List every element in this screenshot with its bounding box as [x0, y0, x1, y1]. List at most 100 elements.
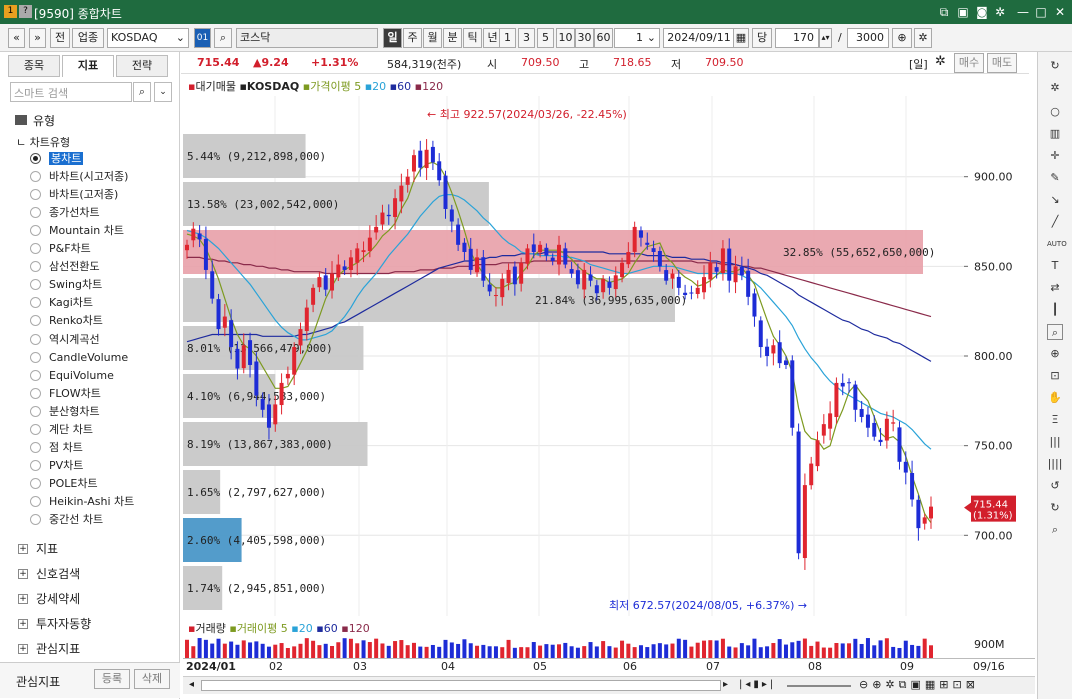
chart-type-item[interactable]: Renko차트 [30, 312, 103, 329]
crosshair-icon[interactable]: ✛ [1047, 148, 1063, 164]
save-icon[interactable]: ▣ [955, 4, 971, 20]
dang-button[interactable]: 당 [752, 28, 772, 48]
scroll-thumb[interactable] [201, 680, 721, 691]
chart-type-item[interactable]: 바차트(시고저종) [30, 168, 128, 185]
hand-icon[interactable]: ✋ [1047, 390, 1063, 406]
chart-type-item[interactable]: POLE차트 [30, 475, 98, 492]
gear-icon[interactable]: ✲ [914, 28, 932, 48]
undo-icon[interactable]: ↺ [1047, 478, 1063, 494]
auto-icon[interactable]: AUTO [1047, 236, 1067, 252]
close-icon[interactable]: ✕ [1052, 4, 1068, 20]
playback-icon[interactable]: |◂▮▸| [739, 679, 776, 690]
chart-type-item[interactable]: 분산형차트 [30, 403, 100, 420]
gear-icon[interactable]: ✲ [935, 54, 946, 69]
stepper-icon[interactable]: ▴▾ [819, 28, 832, 48]
magnify-icon[interactable]: ⌕ [1047, 324, 1063, 340]
arrow-icon[interactable]: ⇄ [1047, 280, 1063, 296]
period-0[interactable]: 일 [383, 28, 402, 48]
chart-type-item[interactable]: Heikin-Ashi 차트 [30, 493, 134, 510]
line-icon[interactable]: ╱ [1047, 214, 1063, 230]
help-icon[interactable]: ? [19, 5, 32, 18]
interval-3[interactable]: 10 [556, 28, 575, 48]
chart-type-item[interactable]: EquiVolume [30, 367, 114, 384]
chart-type-item[interactable]: FLOW차트 [30, 385, 101, 402]
bar-chart-icon[interactable]: ▥ [1047, 126, 1063, 142]
expand-icon[interactable]: ⌄ [154, 82, 172, 102]
candle-icon[interactable]: ┃ [1047, 302, 1063, 318]
chart-type-item[interactable]: 역시계곡선 [30, 331, 100, 348]
scroll-right-icon[interactable]: ▸ [723, 679, 728, 690]
date-field[interactable]: 2024/09/11 [663, 28, 735, 48]
chart-type-item[interactable]: 중간선 차트 [30, 511, 103, 528]
gear-icon[interactable]: ✲ [1047, 80, 1063, 96]
chart-type-item[interactable]: 점 차트 [30, 439, 83, 456]
tab-strategy[interactable]: 전략 [116, 55, 168, 77]
chart-type-item[interactable]: 봉차트 [30, 150, 84, 167]
interval-4[interactable]: 30 [575, 28, 594, 48]
period-3[interactable]: 분 [443, 28, 462, 48]
sell-button[interactable]: 매도 [987, 53, 1017, 73]
search-icon[interactable]: ⌕ [1047, 522, 1063, 538]
group-item[interactable]: + 지표 [18, 538, 58, 560]
zoom-slider[interactable] [787, 685, 851, 687]
search-icon[interactable]: ⌕ [214, 28, 232, 48]
text-icon[interactable]: T [1047, 258, 1063, 274]
ray-icon[interactable]: ↘ [1047, 192, 1063, 208]
scroll-left-icon[interactable]: ◂ [189, 679, 194, 690]
tab-indicator[interactable]: 지표 [62, 55, 114, 77]
register-button[interactable]: 등록 [94, 669, 130, 689]
zoom-controls-icon[interactable]: ⊖⊕✲⧉▣▦⊞⊡⊠ [859, 678, 979, 692]
menu-button[interactable]: » [29, 28, 46, 48]
total-field[interactable]: 3000 [847, 28, 889, 48]
volume-panel[interactable] [183, 618, 964, 658]
maximize-icon[interactable]: □ [1033, 4, 1049, 20]
buy-button[interactable]: 매수 [954, 53, 984, 73]
interval-5[interactable]: 60 [594, 28, 613, 48]
grid-icon[interactable]: ||| [1047, 434, 1063, 450]
chart-type-item[interactable]: 바차트(고저종) [30, 186, 118, 203]
group-item[interactable]: + 관심지표 [18, 638, 80, 660]
period-2[interactable]: 월 [423, 28, 442, 48]
minimize-icon[interactable]: — [1015, 4, 1031, 20]
jeon-button[interactable]: 전 [50, 28, 70, 48]
period-1[interactable]: 주 [403, 28, 422, 48]
chart-type-item[interactable]: Kagi차트 [30, 294, 93, 311]
settings-icon[interactable]: ✲ [992, 4, 1008, 20]
code-badge[interactable]: 01 [194, 28, 211, 48]
interval-2[interactable]: 5 [537, 28, 554, 48]
count-field[interactable]: 170 [775, 28, 819, 48]
category-button[interactable]: 업종 [72, 28, 104, 48]
symbol-select[interactable]: KOSDAQ ⌄ [107, 28, 189, 48]
circle-icon[interactable]: ○ [1047, 104, 1063, 120]
search-icon[interactable]: ⌕ [133, 82, 151, 102]
calendar-icon[interactable]: ▦ [733, 28, 749, 48]
candlestick-chart[interactable]: 5.44% (9,212,898,000) 13.58% (23,002,542,… [183, 96, 964, 616]
columns-icon[interactable]: |||| [1047, 456, 1063, 472]
smart-search-input[interactable]: 스마트 검색 [10, 82, 132, 102]
interval-0[interactable]: 1 [499, 28, 516, 48]
link-icon[interactable]: ⧉ [936, 4, 952, 20]
chart-type-item[interactable]: Mountain 차트 [30, 222, 124, 239]
group-item[interactable]: + 투자자동향 [18, 613, 91, 635]
pencil-icon[interactable]: ✎ [1047, 170, 1063, 186]
redo-icon[interactable]: ↻ [1047, 500, 1063, 516]
group-item[interactable]: + 신호검색 [18, 563, 80, 585]
period-4[interactable]: 틱 [463, 28, 482, 48]
prev-button[interactable]: « [8, 28, 25, 48]
refresh-icon[interactable]: ↻ [1047, 58, 1063, 74]
chart-type-item[interactable]: P&F차트 [30, 240, 91, 257]
chart-scrollbar[interactable]: ◂ ▸ |◂▮▸| ⊖⊕✲⧉▣▦⊞⊡⊠ [183, 676, 1035, 694]
chart-type-item[interactable]: 계단 차트 [30, 421, 93, 438]
zoom-in-icon[interactable]: ⊕ [1047, 346, 1063, 362]
tab-stock[interactable]: 종목 [8, 55, 60, 77]
zoom-icon[interactable]: ⊕ [892, 28, 912, 48]
delete-button[interactable]: 삭제 [134, 669, 170, 689]
unit-select[interactable]: 1 ⌄ [614, 28, 660, 48]
camera-icon[interactable]: ◙ [974, 4, 990, 20]
chart-type-item[interactable]: CandleVolume [30, 349, 128, 366]
interval-1[interactable]: 3 [518, 28, 535, 48]
fibonacci-icon[interactable]: Ξ [1047, 412, 1063, 428]
chart-type-item[interactable]: 삼선전환도 [30, 258, 100, 275]
chart-type-item[interactable]: Swing차트 [30, 276, 102, 293]
chart-type-item[interactable]: 종가선차트 [30, 204, 100, 221]
